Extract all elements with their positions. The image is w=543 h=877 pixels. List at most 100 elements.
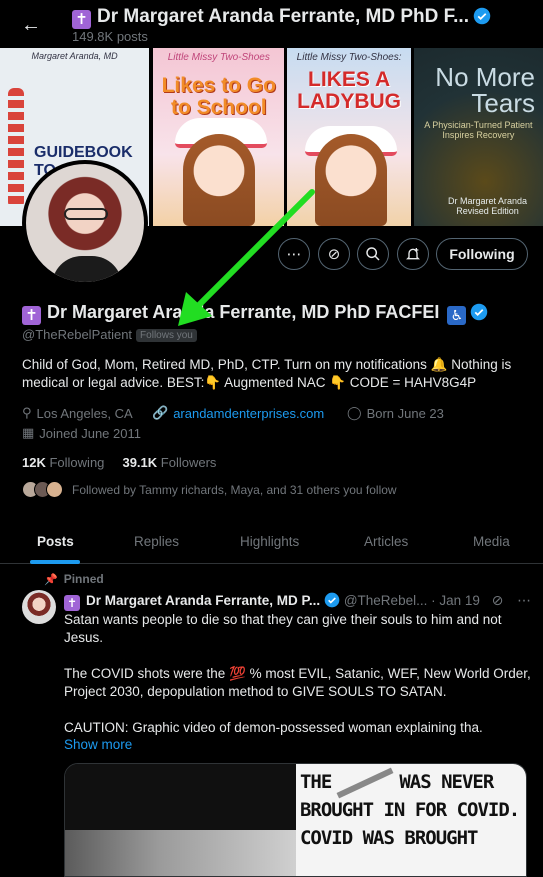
post-media[interactable]: THE WAS NEVER BROUGHT IN FOR COVID. COVID… bbox=[64, 763, 527, 877]
joined-date: ▦ Joined June 2011 bbox=[22, 425, 141, 441]
profile-name-text: Dr Margaret Aranda Ferrante, MD PhD FACF… bbox=[47, 302, 440, 322]
image-thumbnail[interactable]: THE WAS NEVER BROUGHT IN FOR COVID. COVID… bbox=[295, 764, 526, 876]
notifications-button[interactable] bbox=[397, 238, 429, 270]
banner-book-no-more-tears: No More Tears A Physician-Turned Patient… bbox=[413, 48, 543, 226]
book2-series: Little Missy Two-Shoes bbox=[167, 52, 270, 63]
post-author[interactable]: Dr Margaret Aranda Ferrante, MD P... bbox=[86, 593, 320, 608]
profile-bio: Child of God, Mom, Retired MD, PhD, CTP.… bbox=[22, 357, 512, 390]
cross-icon: ✝ bbox=[72, 10, 91, 29]
birthday: ◯ Born June 23 bbox=[347, 405, 444, 421]
grok-button[interactable]: ⊘ bbox=[318, 238, 350, 270]
verified-badge-icon bbox=[473, 7, 491, 25]
arrow-left-icon: ← bbox=[21, 13, 41, 36]
media-text-line: BROUGHT IN FOR COVID. bbox=[299, 799, 520, 821]
link-icon: 🔗 bbox=[152, 405, 169, 420]
book4-edition: Revised Edition bbox=[456, 206, 519, 216]
banner-book-ladybug: Little Missy Two-Shoes: LIKES A LADYBUG bbox=[287, 48, 411, 226]
tab-articles[interactable]: Articles bbox=[364, 534, 408, 549]
profile-tabs: Posts Replies Highlights Articles Media bbox=[0, 520, 543, 564]
following-link[interactable]: 12K Following bbox=[22, 455, 104, 470]
following-count: 12K bbox=[22, 455, 46, 470]
banner-book-school: Little Missy Two-Shoes Likes to Go to Sc… bbox=[153, 48, 285, 226]
balloon-icon: ◯ bbox=[347, 405, 362, 420]
birthday-text: Born June 23 bbox=[366, 405, 444, 421]
profile-name: ✝ Dr Margaret Aranda Ferrante, MD PhD FAC… bbox=[22, 302, 488, 325]
profile-avatar[interactable] bbox=[22, 160, 148, 286]
media-text-the: THE bbox=[299, 771, 332, 793]
header-title-text: Dr Margaret Aranda Ferrante, MD PhD F... bbox=[97, 6, 469, 27]
website-link[interactable]: arandamdenterprises.com bbox=[173, 406, 324, 421]
calendar-icon: ▦ bbox=[22, 425, 35, 440]
verified-badge-icon bbox=[324, 592, 340, 608]
tab-posts[interactable]: Posts bbox=[37, 534, 74, 549]
header-title: ✝ Dr Margaret Aranda Ferrante, MD PhD F..… bbox=[72, 6, 502, 29]
post-header: ✝ Dr Margaret Aranda Ferrante, MD P... @T… bbox=[64, 592, 534, 611]
search-profile-button[interactable] bbox=[357, 238, 389, 270]
book4-title: No More Tears bbox=[435, 62, 535, 118]
more-horizontal-icon: ⋯ bbox=[286, 246, 302, 263]
pinned-text: Pinned bbox=[63, 572, 104, 586]
pinned-label: 📌 Pinned bbox=[44, 572, 104, 586]
location: ⚲ Los Angeles, CA bbox=[22, 405, 133, 421]
search-icon bbox=[366, 247, 380, 261]
tab-replies[interactable]: Replies bbox=[134, 534, 179, 549]
video-frame bbox=[65, 830, 297, 876]
followers-count: 39.1K bbox=[122, 455, 158, 470]
more-button[interactable]: ⋯ bbox=[278, 238, 310, 270]
verified-badge-icon bbox=[471, 303, 488, 321]
active-tab-indicator bbox=[30, 560, 80, 564]
profile-handle: @TheRebelPatient bbox=[22, 327, 133, 342]
grok-icon: ⊘ bbox=[327, 246, 341, 263]
tab-highlights[interactable]: Highlights bbox=[240, 534, 299, 549]
avatar bbox=[46, 481, 63, 498]
avatar-body bbox=[52, 256, 122, 282]
more-horizontal-icon[interactable]: ⋯ bbox=[517, 592, 531, 608]
post-text: Satan wants people to die so that they c… bbox=[64, 611, 532, 755]
book2-title: Likes to Go to School bbox=[161, 74, 276, 119]
media-text-line: THE WAS NEVER bbox=[299, 767, 522, 798]
pin-icon: 📌 bbox=[44, 574, 58, 586]
girl-illustration bbox=[183, 134, 256, 226]
glasses-illustration bbox=[64, 208, 108, 220]
media-text-line: COVID WAS BROUGHT bbox=[299, 827, 478, 849]
post-paragraph: Satan wants people to die so that they c… bbox=[64, 612, 502, 645]
grok-icon[interactable]: ⊘ bbox=[492, 592, 504, 608]
followers-label: Followers bbox=[160, 455, 217, 470]
tab-media[interactable]: Media bbox=[473, 534, 510, 549]
book4-author-name: Dr Margaret Aranda bbox=[447, 196, 527, 206]
location-pin-icon: ⚲ bbox=[22, 405, 32, 420]
post-count: 149.8K posts bbox=[72, 29, 148, 44]
website: 🔗 arandamdenterprises.com bbox=[152, 405, 324, 421]
cross-icon: ✝ bbox=[64, 595, 80, 611]
bell-plus-icon bbox=[406, 248, 420, 260]
followed-by-text: Followed by Tammy richards, Maya, and 31… bbox=[72, 482, 397, 497]
book3-title: LIKES A LADYBUG bbox=[297, 68, 401, 113]
following-label: Following bbox=[49, 455, 105, 470]
book3-series: Little Missy Two-Shoes: bbox=[296, 52, 402, 63]
followed-by[interactable]: Followed by Tammy richards, Maya, and 31… bbox=[22, 481, 397, 498]
post-paragraph: CAUTION: Graphic video of demon-possesse… bbox=[64, 720, 483, 735]
follow-stats: 12K Following 39.1K Followers bbox=[22, 455, 216, 470]
profile-handle-row: @TheRebelPatient Follows you bbox=[22, 327, 197, 342]
spine-illustration bbox=[8, 88, 24, 208]
location-text: Los Angeles, CA bbox=[36, 405, 133, 421]
girl-illustration bbox=[315, 134, 388, 226]
post-handle-date[interactable]: @TheRebel... · Jan 19 bbox=[344, 593, 480, 608]
post-paragraph: The COVID shots were the 💯 % most EVIL, … bbox=[64, 666, 531, 699]
book1-author: Margaret Aranda, MD bbox=[31, 51, 118, 61]
following-button[interactable]: Following bbox=[436, 238, 528, 270]
show-more-link[interactable]: Show more bbox=[64, 737, 132, 752]
book4-subtitle: A Physician-Turned Patient Inspires Reco… bbox=[424, 120, 533, 140]
joined-text: Joined June 2011 bbox=[39, 425, 141, 441]
book4-author: Dr Margaret Aranda Revised Edition bbox=[448, 196, 527, 216]
syringe-icon bbox=[336, 767, 394, 798]
back-button[interactable]: ← bbox=[14, 10, 48, 40]
post-avatar[interactable] bbox=[22, 590, 56, 624]
video-thumbnail[interactable] bbox=[65, 764, 297, 876]
cross-icon: ✝ bbox=[22, 306, 41, 325]
follows-you-badge: Follows you bbox=[136, 329, 197, 342]
wheelchair-icon: ♿ bbox=[447, 306, 467, 325]
media-text-was-never: WAS NEVER bbox=[399, 771, 494, 793]
followers-link[interactable]: 39.1K Followers bbox=[122, 455, 216, 470]
profile-header: ← ✝ Dr Margaret Aranda Ferrante, MD PhD F… bbox=[0, 0, 543, 48]
